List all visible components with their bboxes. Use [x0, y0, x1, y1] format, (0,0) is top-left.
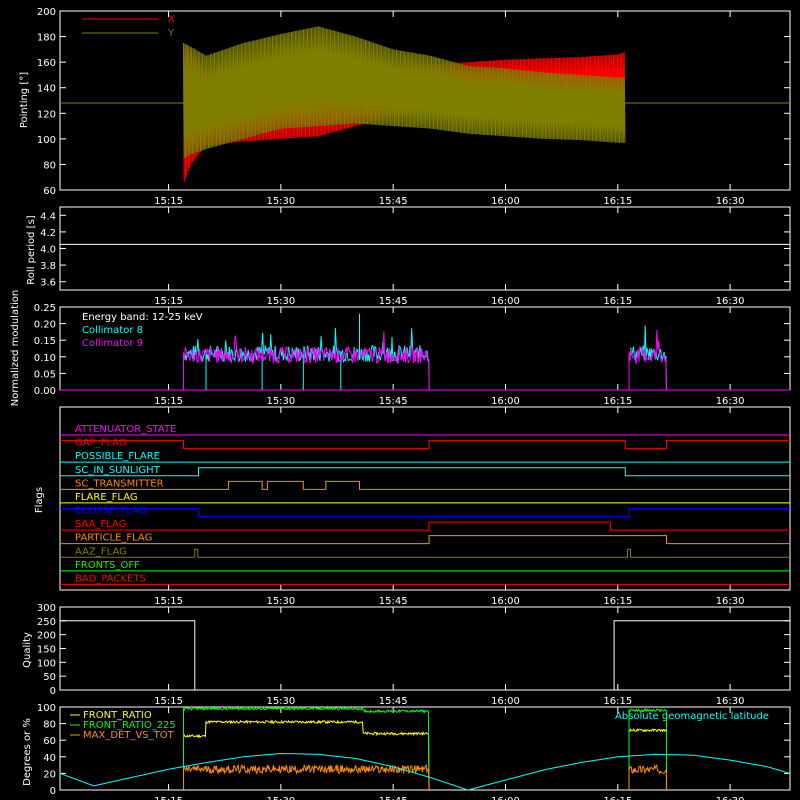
x-tick-label: 16:00 — [491, 296, 520, 307]
x-tick-label: 15:15 — [154, 196, 183, 207]
y-tick-label: 0.20 — [34, 320, 56, 331]
y-tick-label: 100 — [37, 703, 56, 714]
x-tick-label: 15:30 — [266, 596, 295, 607]
flag-label-particle-flag: PARTICLE_FLAG — [75, 533, 152, 544]
x-tick-label: 16:15 — [603, 396, 632, 407]
quality-ylabel: Quality — [22, 632, 33, 668]
x-tick-label: 15:45 — [379, 296, 408, 307]
y-tick-label: 60 — [43, 736, 56, 747]
x-tick-label: 15:15 — [154, 396, 183, 407]
flag-label-attenuator-state: ATTENUATOR_STATE — [75, 424, 176, 435]
y-tick-label: 40 — [43, 753, 56, 764]
flag-label-bad-packets: BAD_PACKETS — [75, 573, 146, 584]
y-tick-label: 0 — [50, 686, 56, 697]
y-tick-label: 0 — [50, 786, 56, 797]
legend-max-det: MAX_DET_VS_TOT — [83, 730, 175, 741]
y-tick-label: 0.25 — [34, 303, 56, 314]
y-tick-label: 250 — [37, 617, 56, 628]
flag-label-eclipse-flag: ECLIPSE_FLAG — [75, 506, 146, 517]
y-tick-label: 200 — [37, 7, 56, 18]
flag-label-saa-flag: SAA_FLAG — [75, 519, 126, 530]
x-tick-label: 15:30 — [266, 196, 295, 207]
x-tick-label: 16:30 — [716, 596, 745, 607]
x-tick-label: 15:45 — [379, 196, 408, 207]
y-tick-label: 0.05 — [34, 369, 56, 380]
x-tick-label: 16:15 — [603, 796, 632, 800]
legend-y-label: Y — [167, 28, 175, 39]
x-tick-label: 15:45 — [379, 596, 408, 607]
x-tick-label: 16:30 — [716, 796, 745, 800]
roll-panel: Roll period [s] — [26, 215, 37, 284]
x-tick-label: 16:00 — [491, 596, 520, 607]
x-tick-label: 15:30 — [266, 796, 295, 800]
x-tick-label: 16:00 — [491, 396, 520, 407]
multi-panel-chart: Pointing [°] X Y Roll period [s] Normali… — [0, 0, 800, 800]
y-tick-label: 80 — [43, 160, 56, 171]
flag-label-flare-flag: FLARE_FLAG — [75, 492, 138, 503]
y-tick-label: 3.6 — [40, 278, 56, 289]
flags-panel: Flags — [34, 487, 45, 513]
y-tick-label: 100 — [37, 658, 56, 669]
x-tick-label: 16:15 — [603, 296, 632, 307]
legend-collimator9: Collimator 9 — [82, 338, 143, 349]
y-tick-label: 150 — [37, 645, 56, 656]
y-tick-label: 50 — [43, 672, 56, 683]
modulation-ylabel: Normalized modulation — [10, 290, 21, 407]
x-tick-label: 15:15 — [154, 696, 183, 707]
x-tick-label: 15:30 — [266, 396, 295, 407]
x-tick-label: 15:15 — [154, 296, 183, 307]
geomagnetic-label: Absolute geomagnetic latitude — [615, 711, 769, 722]
flag-label-sc-in-sunlight: SC_IN_SUNLIGHT — [75, 465, 161, 476]
x-tick-label: 16:15 — [603, 696, 632, 707]
y-tick-label: 0.00 — [34, 386, 56, 397]
y-tick-label: 0.15 — [34, 336, 56, 347]
energy-band-label: Energy band: 12-25 keV — [82, 312, 203, 323]
roll-ylabel: Roll period [s] — [26, 215, 37, 284]
y-tick-label: 100 — [37, 135, 56, 146]
x-tick-label: 16:30 — [716, 296, 745, 307]
flag-label-possible-flare: POSSIBLE_FLARE — [75, 451, 160, 462]
x-tick-label: 16:00 — [491, 796, 520, 800]
quality-panel: Quality — [22, 632, 33, 668]
y-tick-label: 60 — [43, 186, 56, 197]
y-tick-label: 300 — [37, 603, 56, 614]
flag-label-aaz-flag: AAZ_FLAG — [75, 546, 127, 557]
x-tick-label: 16:15 — [603, 596, 632, 607]
y-tick-label: 180 — [37, 33, 56, 44]
flag-label-gap-flag: GAP_FLAG — [75, 438, 127, 449]
ratios-ylabel: Degrees or % — [22, 718, 33, 786]
x-tick-label: 15:45 — [379, 396, 408, 407]
y-tick-label: 4.0 — [40, 245, 56, 256]
x-tick-label: 16:30 — [716, 196, 745, 207]
y-tick-label: 0.10 — [34, 353, 56, 364]
y-tick-label: 160 — [37, 58, 56, 69]
x-tick-label: 15:30 — [266, 696, 295, 707]
flag-label-fronts-off: FRONTS_OFF — [75, 560, 140, 571]
x-tick-label: 16:00 — [491, 196, 520, 207]
flag-label-sc-transmitter: SC_TRANSMITTER — [75, 478, 164, 489]
y-tick-label: 4.4 — [40, 211, 56, 222]
y-tick-label: 3.8 — [40, 261, 56, 272]
y-tick-label: 4.2 — [40, 228, 56, 239]
x-tick-label: 16:00 — [491, 696, 520, 707]
x-tick-label: 16:30 — [716, 396, 745, 407]
x-tick-label: 15:15 — [154, 796, 183, 800]
flags-ylabel: Flags — [34, 487, 45, 513]
y-tick-label: 200 — [37, 631, 56, 642]
x-tick-label: 15:30 — [266, 296, 295, 307]
y-tick-label: 20 — [43, 769, 56, 780]
pointing-ylabel: Pointing [°] — [19, 72, 30, 128]
y-tick-label: 140 — [37, 84, 56, 95]
y-tick-label: 120 — [37, 109, 56, 120]
x-tick-label: 16:30 — [716, 696, 745, 707]
legend-collimator8: Collimator 8 — [82, 325, 143, 336]
x-tick-label: 15:45 — [379, 696, 408, 707]
x-tick-label: 15:45 — [379, 796, 408, 800]
x-tick-label: 15:15 — [154, 596, 183, 607]
x-tick-label: 16:15 — [603, 196, 632, 207]
y-tick-label: 80 — [43, 720, 56, 731]
